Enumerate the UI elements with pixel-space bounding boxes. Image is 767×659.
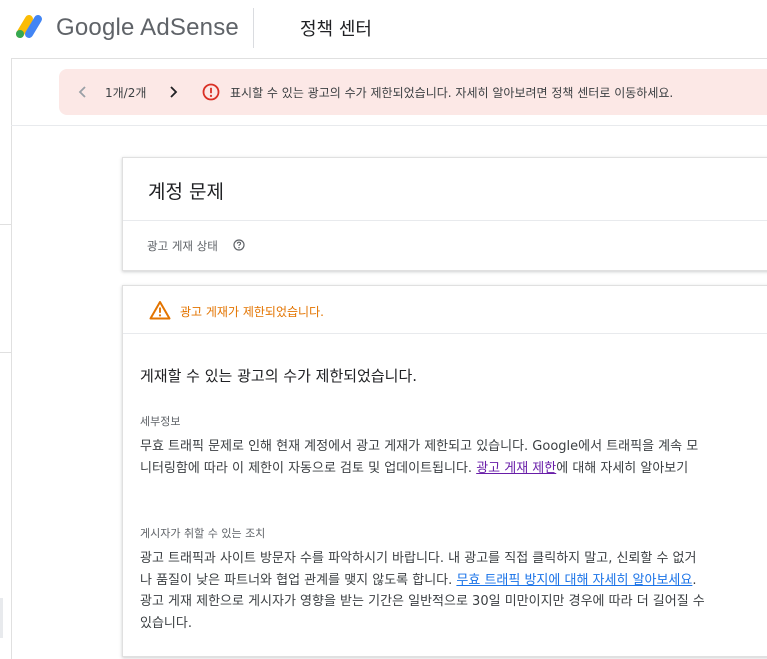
rail-divider — [0, 224, 11, 225]
actions-paragraph: 광고 트래픽과 사이트 방문자 수를 파악하시기 바랍니다. 내 광고를 직접 … — [140, 548, 706, 634]
policy-banner-row: 1개/2개 표시할 수 있는 광고의 수가 제한되었습니다. 자세히 알아보려면… — [11, 59, 767, 126]
chevron-right-icon — [170, 86, 178, 98]
alert-pager-count: 1개/2개 — [105, 86, 147, 100]
brand-name: Google AdSense — [56, 14, 239, 41]
chevron-left-icon — [78, 86, 86, 98]
banner-message[interactable]: 표시할 수 있는 광고의 수가 제한되었습니다. 자세히 알아보려면 정책 센터… — [230, 84, 673, 101]
next-alert-button[interactable] — [163, 82, 183, 102]
page-title: 정책 센터 — [300, 19, 372, 40]
details-paragraph: 무효 트래픽 문제로 인해 현재 계정에서 광고 게재가 제한되고 있습니다. … — [140, 436, 706, 479]
error-icon — [202, 83, 220, 101]
previous-alert-button[interactable] — [73, 82, 93, 102]
card-title: 계정 문제 — [148, 181, 224, 203]
left-nav-rail — [0, 58, 12, 659]
ad-serving-limits-link[interactable]: 광고 게재 제한 — [476, 461, 556, 476]
warning-icon — [149, 301, 171, 320]
rail-scroll-handle[interactable] — [0, 598, 3, 638]
header-divider — [253, 8, 254, 48]
help-icon[interactable] — [233, 239, 245, 251]
limit-headline: 게재할 수 있는 광고의 수가 제한되었습니다. — [140, 367, 418, 385]
invalid-traffic-link[interactable]: 무효 트래픽 방지에 대해 자세히 알아보세요 — [456, 573, 692, 588]
actions-section-label: 게시자가 취할 수 있는 조치 — [140, 527, 266, 540]
details-text-tail: 에 대해 자세히 알아보기 — [556, 460, 689, 476]
account-issues-card: 계정 문제 광고 게재 상태 — [122, 157, 767, 271]
ad-serving-status-label: 광고 게재 상태 — [147, 239, 218, 253]
policy-alert-banner: 1개/2개 표시할 수 있는 광고의 수가 제한되었습니다. 자세히 알아보려면… — [59, 69, 767, 115]
card-divider — [123, 220, 767, 221]
warning-status-text: 광고 게재가 제한되었습니다. — [180, 305, 324, 319]
adsense-logo-icon[interactable] — [12, 13, 46, 41]
card-divider — [123, 333, 767, 334]
details-section-label: 세부정보 — [140, 415, 181, 428]
rail-divider — [0, 352, 11, 353]
top-app-bar: Google AdSense 정책 센터 — [0, 0, 767, 59]
ad-serving-limit-card: 광고 게재가 제한되었습니다. 게재할 수 있는 광고의 수가 제한되었습니다.… — [122, 285, 767, 657]
